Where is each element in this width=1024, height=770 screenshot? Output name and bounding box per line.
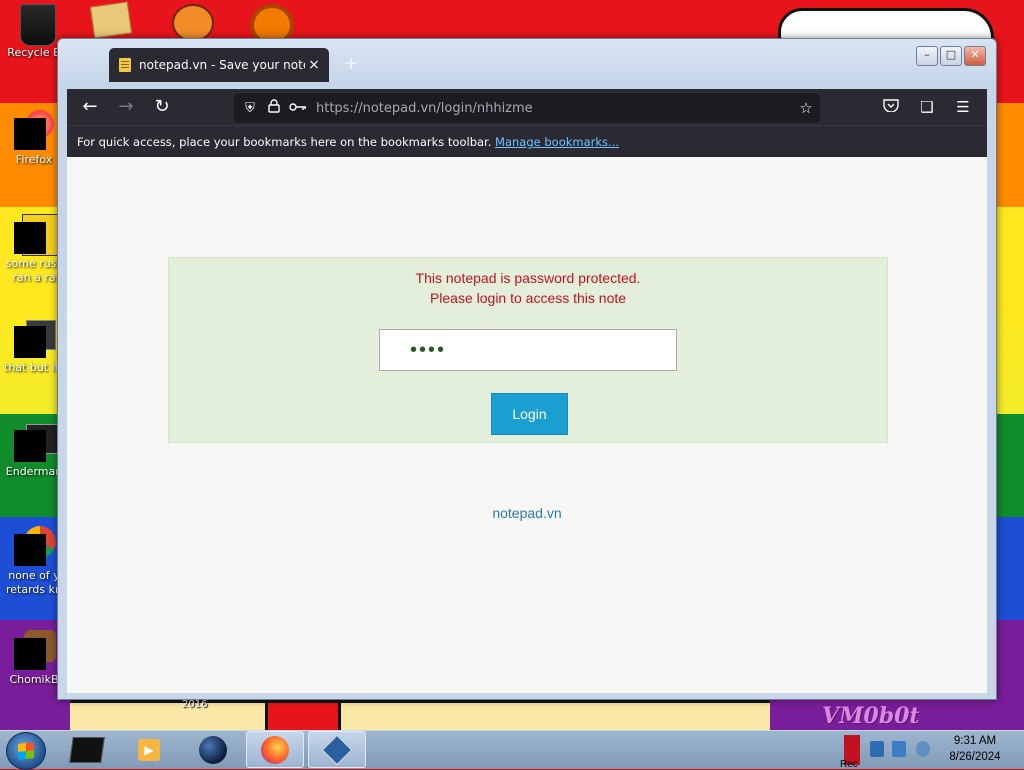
folder-icon[interactable] [89,1,133,40]
page-content: This notepad is password protected. Plea… [67,157,987,693]
desktop-icon-recycle-bin[interactable]: Recycle B [4,46,64,60]
desktop-icon-firefox[interactable]: Firefox [4,110,64,167]
protected-message: This notepad is password protected. [415,270,641,286]
desktop-icon-text[interactable]: some russ ran a ra [4,214,64,285]
shield-icon[interactable]: ⛨ [238,101,262,116]
wallpaper-cartoon-bottom [70,700,770,733]
desktop-icon-label: ChomikB [9,673,59,686]
desktop-icon-chrome-like[interactable]: none of y retards kn [4,526,64,597]
url-bar[interactable]: ⛨ https://notepad.vn/login/nhhizme ☆ [234,93,820,123]
taskbar-globe-icon[interactable] [184,731,242,768]
url-text[interactable]: https://notepad.vn/login/nhhizme [316,101,792,116]
extensions-icon[interactable]: ❑ [915,95,939,119]
login-button[interactable]: Login [491,393,568,435]
password-protected-panel: This notepad is password protected. Plea… [168,257,888,443]
forward-arrow-icon[interactable]: → [114,95,138,119]
menu-icon[interactable]: ☰ [951,95,975,119]
desktop-icon-label: some russ ran a ra [5,257,63,284]
bookmarks-toolbar: For quick access, place your bookmarks h… [67,125,987,157]
desktop-icon-enderman[interactable]: Enderman [4,422,64,479]
bookmarks-hint: For quick access, place your bookmarks h… [77,135,492,149]
taskbar-virtualbox-icon[interactable] [308,731,366,768]
wallpaper-year-label: 2016 [182,699,208,710]
desktop-icon-chomikbox[interactable]: ChomikB [4,630,64,687]
password-input[interactable]: •••• [379,329,677,371]
taskbar-firefox-icon[interactable] [246,731,304,768]
desktop-icon-label: Firefox [15,153,53,166]
manage-bookmarks-link[interactable]: Manage bookmarks... [495,135,619,149]
login-instruction: Please login to access this note [429,290,627,306]
app-icon[interactable] [172,4,214,42]
taskbar-media-player-icon[interactable]: ▶ [120,731,178,768]
browser-tab[interactable]: notepad.vn - Save your notes, S × [109,48,329,82]
desktop-icon-label: Recycle B [7,46,61,59]
vm-watermark: VM0b0t [822,703,920,729]
reload-icon[interactable]: ↻ [150,95,174,119]
tab-close-icon[interactable]: × [305,57,323,73]
clock-time: 9:31 AM [953,735,997,747]
bookmark-star-icon[interactable]: ☆ [792,99,820,117]
maximize-button[interactable]: □ [940,46,962,66]
desktop-icon-shortcut[interactable]: that but its [4,318,64,375]
desktop-icon-label: that but its [4,361,64,374]
lock-icon[interactable] [262,99,286,117]
desktop-icon-label: none of y retards kn [6,569,62,596]
desktop-icon-label: Enderman [5,465,63,478]
notepad-home-link[interactable]: notepad.vn [67,505,987,521]
tray-volume-icon[interactable] [916,741,930,757]
tab-title: notepad.vn - Save your notes, S [139,58,305,72]
new-tab-button[interactable]: + [340,53,362,75]
taskbar-clock[interactable]: 9:31 AM 8/26/2024 [940,733,1010,765]
pocket-icon[interactable] [879,95,903,119]
tray-network-icon[interactable] [870,741,884,757]
close-window-button[interactable]: ✕ [964,46,986,66]
back-arrow-icon[interactable]: ← [78,95,102,119]
minimize-button[interactable]: – [916,46,938,66]
url-path: /login/nhhizme [436,100,533,116]
start-button[interactable] [6,732,46,770]
key-icon[interactable] [286,101,310,116]
browser-window: notepad.vn - Save your notes, S × + – □ … [57,38,997,700]
url-host: https://notepad.vn [316,100,437,116]
tray-rec-label: Rec [840,759,858,770]
recycle-bin-icon[interactable] [18,4,58,46]
navigation-toolbar: ← → ↻ ⛨ https://notepad.vn/login/nhhizme… [67,89,987,125]
taskbar-app-dark-box-icon[interactable] [58,731,116,768]
tray-display-icon[interactable] [892,741,906,757]
app-icon[interactable] [250,4,294,46]
window-controls: – □ ✕ [916,46,986,66]
clock-date: 8/26/2024 [949,751,1001,763]
taskbar: ▶ Rec [0,730,1024,770]
notepad-favicon-icon [119,58,131,72]
